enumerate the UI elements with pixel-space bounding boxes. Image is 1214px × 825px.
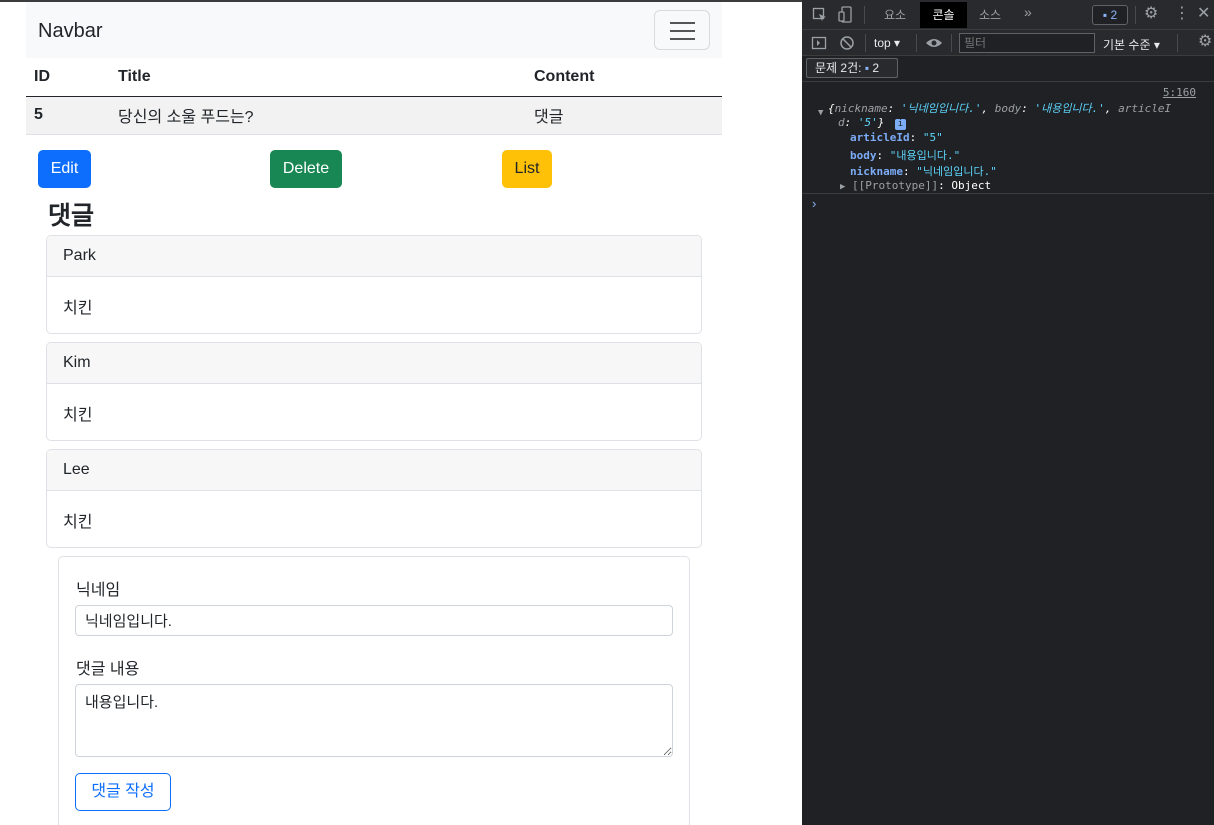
navbar: Navbar	[26, 2, 722, 58]
divider	[916, 34, 917, 52]
expand-triangle-icon[interactable]: ▼	[818, 108, 823, 118]
devtools-panel: 요소 콘솔 소스 » ▪ 2 ⚙ ⋮ ✕ top ▾ 기본 수준 ▾	[802, 0, 1214, 825]
comment-nickname: Lee	[47, 450, 701, 491]
comment-body-textarea[interactable]: 내용입니다.	[75, 684, 673, 757]
submit-comment-button[interactable]: 댓글 작성	[75, 773, 171, 811]
comments-heading: 댓글	[48, 202, 95, 230]
issues-badge[interactable]: ▪ 2	[1092, 5, 1128, 25]
article-table: ID Title Content 5 당신의 소울 푸드는? 댓글	[26, 58, 722, 135]
comment-body-label: 댓글 내용	[76, 661, 140, 678]
divider	[865, 34, 866, 52]
console-log-entry: 5:160 ▼ {nickname: '닉네임입니다.', body: '내용입…	[802, 84, 1214, 194]
issues-bar: 문제 2건: ▪ 2	[802, 56, 1214, 82]
article-title: 당신의 소울 푸드는?	[110, 96, 526, 135]
console-prompt[interactable]: ›	[812, 196, 816, 211]
table-header-row: ID Title Content	[26, 58, 722, 97]
console-toolbar: top ▾ 기본 수준 ▾ ⚙	[802, 30, 1214, 56]
log-source-link[interactable]: 5:160	[1163, 86, 1196, 99]
log-level-dropdown[interactable]: 기본 수준 ▾	[1103, 36, 1160, 53]
more-tabs-icon[interactable]: »	[1024, 4, 1032, 20]
table-row: 5 당신의 소울 푸드는? 댓글	[26, 96, 722, 135]
expand-triangle-icon[interactable]: ▶	[840, 182, 845, 192]
tab-sources[interactable]: 소스	[979, 6, 1001, 23]
divider	[1135, 6, 1136, 24]
console-settings-gear-icon[interactable]: ⚙	[1198, 34, 1212, 50]
nickname-label: 닉네임	[76, 582, 121, 599]
comment-nickname: Kim	[47, 343, 701, 384]
tab-elements[interactable]: 요소	[884, 6, 906, 23]
navbar-brand[interactable]: Navbar	[38, 20, 102, 43]
nickname-input[interactable]	[75, 605, 673, 636]
issues-button[interactable]: 문제 2건: ▪ 2	[806, 58, 898, 78]
divider	[864, 6, 865, 24]
object-property: body: "내용입니다."	[850, 149, 961, 162]
comment-card: Kim 치킨	[46, 342, 702, 441]
hamburger-icon	[670, 22, 695, 24]
browser-page: Navbar ID Title Content 5 당신의 소울 푸드는? 댓글…	[0, 0, 802, 825]
article-id: 5	[26, 96, 110, 135]
hamburger-icon	[670, 38, 695, 40]
tab-console[interactable]: 콘솔	[920, 2, 967, 28]
issues-label: 문제 2건:	[815, 61, 862, 75]
list-button[interactable]: List	[502, 150, 552, 188]
divider	[1177, 34, 1178, 52]
object-property: articleId: "5"	[850, 131, 943, 144]
comment-body: 치킨	[63, 514, 93, 531]
prototype-row[interactable]: ▶ [[Prototype]]: Object	[840, 179, 991, 192]
comment-nickname: Park	[47, 236, 701, 277]
column-header-content: Content	[526, 58, 722, 97]
info-icon[interactable]: i	[895, 119, 906, 130]
close-devtools-icon[interactable]: ✕	[1197, 6, 1210, 22]
comment-body: 치킨	[63, 407, 93, 424]
comment-card: Park 치킨	[46, 235, 702, 334]
object-summary-line[interactable]: ▼ {nickname: '닉네임입니다.', body: '내용입니다.', …	[818, 100, 1171, 118]
article-content: 댓글	[526, 96, 722, 135]
device-toolbar-icon[interactable]	[838, 6, 854, 24]
context-selector[interactable]: top ▾	[874, 36, 900, 50]
console-filter-input[interactable]	[959, 33, 1095, 53]
edit-button[interactable]: Edit	[38, 150, 91, 188]
issues-count: 2	[872, 61, 880, 75]
issues-badge-count: 2	[1110, 8, 1118, 22]
inspect-element-icon[interactable]	[812, 7, 828, 23]
more-options-icon[interactable]: ⋮	[1174, 6, 1190, 22]
comment-card: Lee 치킨	[46, 449, 702, 548]
comment-form: 닉네임 댓글 내용 내용입니다. 댓글 작성	[58, 556, 690, 825]
comment-body: 치킨	[63, 300, 93, 317]
divider	[951, 34, 952, 52]
message-icon: ▪	[864, 61, 870, 75]
column-header-title: Title	[110, 58, 526, 97]
settings-gear-icon[interactable]: ⚙	[1144, 6, 1158, 22]
delete-button[interactable]: Delete	[270, 150, 342, 188]
devtools-tabbar: 요소 콘솔 소스 » ▪ 2 ⚙ ⋮ ✕	[802, 0, 1214, 30]
hamburger-icon	[670, 30, 695, 32]
column-header-id: ID	[26, 58, 110, 97]
navbar-toggler-button[interactable]	[654, 10, 710, 50]
object-summary-line-2: d: '5'} i	[838, 116, 906, 130]
sidebar-toggle-icon[interactable]	[811, 35, 827, 51]
clear-console-icon[interactable]	[839, 35, 855, 51]
object-property: nickname: "닉네임입니다."	[850, 165, 997, 178]
eye-icon[interactable]	[925, 36, 943, 50]
message-icon: ▪	[1102, 8, 1108, 22]
